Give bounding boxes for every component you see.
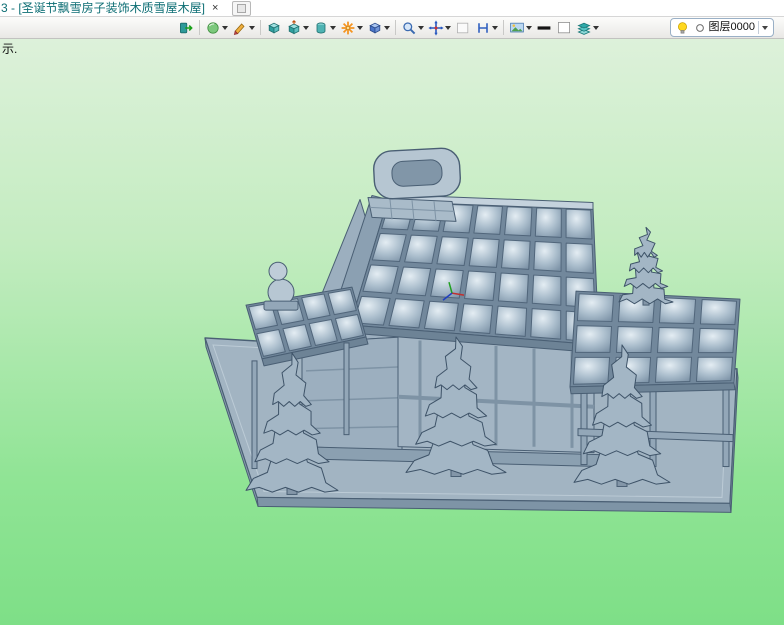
line-width-button[interactable] (535, 20, 553, 36)
document-tab-bar: 3 - [圣诞节飘雪房子装饰木质雪屋木屋] × (0, 0, 784, 17)
tab-close-icon[interactable]: × (212, 0, 218, 16)
main-toolbar: 图层0000 (0, 17, 784, 39)
blank-square-icon (457, 22, 469, 33)
view-cube-button[interactable] (366, 20, 391, 36)
render-style-button[interactable] (204, 20, 229, 36)
dropdown-arrow-icon[interactable] (492, 25, 498, 30)
render-style-icon (207, 21, 219, 34)
dropdown-arrow-icon[interactable] (222, 25, 228, 30)
toolbar-separator (395, 20, 396, 35)
primitive-cylinder-icon (316, 22, 326, 33)
new-document-icon (237, 3, 247, 13)
document-tab[interactable]: 3 - [圣诞节飘雪房子装饰木质雪屋木屋] × (0, 0, 222, 16)
dropdown-arrow-icon[interactable] (418, 25, 424, 30)
layer-combo[interactable]: 图层0000 (693, 20, 769, 35)
dropdown-arrow-icon[interactable] (249, 25, 255, 30)
solid-cube-button[interactable] (265, 20, 283, 36)
pattern-star-icon (341, 21, 355, 34)
zoom-button[interactable] (400, 20, 425, 36)
toolbar-separator (503, 20, 504, 35)
combo-divider (758, 21, 759, 34)
prompt-text: 示. (2, 42, 18, 56)
measure-button[interactable] (474, 20, 499, 36)
move-button[interactable] (427, 19, 452, 36)
new-document-button[interactable] (232, 0, 252, 16)
primitive-button[interactable] (312, 20, 337, 36)
blank-button[interactable] (454, 20, 472, 36)
exit-icon (180, 22, 193, 33)
layer-panel: 图层0000 (669, 18, 774, 37)
3d-viewport[interactable]: 示. (0, 39, 784, 625)
move-crosshair-icon (428, 19, 444, 36)
image-icon (510, 22, 524, 32)
dropdown-arrow-icon[interactable] (384, 25, 390, 30)
light-bulb-icon[interactable] (675, 20, 690, 35)
layer-color-icon (695, 23, 704, 32)
dropdown-arrow-icon[interactable] (526, 25, 532, 30)
sketch-button[interactable] (231, 20, 256, 36)
sketch-pencil-icon (233, 22, 245, 35)
solid-cube-icon (268, 22, 280, 33)
application-window: 3 - [圣诞节飘雪房子装饰木质雪屋木屋] × 图层0000 示. (0, 0, 784, 625)
line-width-icon (537, 25, 551, 30)
measure-icon (478, 22, 488, 33)
document-tab-title: 3 - [圣诞节飘雪房子装饰木质雪屋木屋] (1, 1, 206, 15)
color-swatch-button[interactable] (555, 20, 573, 36)
dropdown-arrow-icon[interactable] (357, 25, 363, 30)
toolbar-separator (260, 20, 261, 35)
color-swatch-icon (558, 21, 570, 33)
view-cube-icon (369, 22, 381, 33)
extrude-cube-icon (288, 19, 300, 34)
dropdown-arrow-icon[interactable] (330, 25, 336, 30)
image-button[interactable] (508, 20, 533, 36)
layers-icon (577, 22, 591, 35)
model-canvas[interactable] (0, 39, 784, 625)
dropdown-arrow-icon[interactable] (593, 25, 599, 30)
layers-button[interactable] (575, 20, 600, 36)
toolbar-separator (199, 20, 200, 35)
pattern-button[interactable] (339, 20, 364, 36)
combo-dropdown-icon[interactable] (762, 25, 768, 30)
dropdown-arrow-icon[interactable] (303, 25, 309, 30)
dropdown-arrow-icon[interactable] (445, 25, 451, 30)
layer-combo-value: 图层0000 (708, 21, 755, 33)
extrude-button[interactable] (285, 19, 310, 36)
zoom-magnifier-icon (403, 21, 416, 34)
exit-button[interactable] (177, 20, 195, 36)
